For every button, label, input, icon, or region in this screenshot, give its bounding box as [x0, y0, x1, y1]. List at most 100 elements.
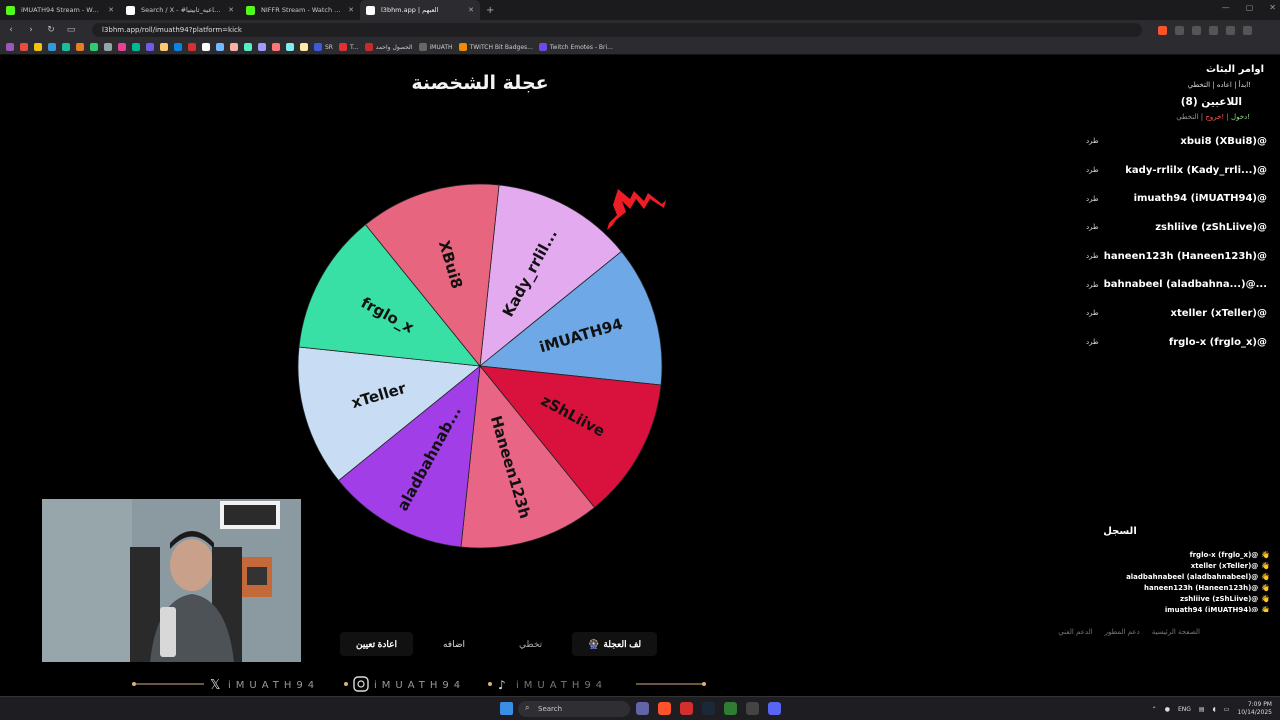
bookmark-icon[interactable] [62, 43, 70, 51]
wave-icon: 👋 [1261, 561, 1270, 570]
menu-icon[interactable] [1243, 25, 1252, 35]
kick-button[interactable]: طرد [1086, 223, 1099, 231]
kick-button[interactable]: طرد [1086, 195, 1099, 203]
close-window-icon[interactable]: ✕ [1269, 3, 1276, 12]
windows-start-icon[interactable] [500, 702, 513, 715]
kick-button[interactable]: طرد [1086, 252, 1099, 260]
kick-button[interactable]: طرد [1086, 137, 1099, 145]
volume-icon[interactable]: ◖ [1213, 706, 1216, 713]
tiktok-icon: ♪ [498, 678, 506, 692]
brave-icon[interactable] [658, 702, 671, 715]
browser-tab[interactable]: Search / X - #العاب_الاجتماعيه_ثابيتيا ✕ [120, 0, 240, 20]
bookmark-label: SR [325, 43, 333, 51]
spin-button-label: لف العجلة [603, 638, 642, 649]
taskbar-apps [636, 702, 781, 715]
bookmark-icon[interactable] [6, 43, 14, 51]
bookmark-icon[interactable] [48, 43, 56, 51]
kick-button[interactable]: طرد [1086, 338, 1099, 346]
extension-icon[interactable] [1175, 25, 1184, 35]
close-tab-icon[interactable]: ✕ [108, 6, 114, 14]
minimize-icon[interactable]: — [1222, 3, 1230, 12]
bookmark-icon[interactable] [230, 43, 238, 51]
bookmark-icon[interactable] [34, 43, 42, 51]
url-input[interactable]: l3bhm.app/roll/imuath94?platform=kick [92, 23, 1142, 37]
app-icon[interactable] [680, 702, 693, 715]
battery-icon[interactable]: ▭ [1224, 706, 1230, 713]
add-button[interactable]: اضافه [427, 632, 481, 656]
maximize-icon[interactable]: ▢ [1246, 3, 1254, 12]
bookmark-icon[interactable] [286, 43, 294, 51]
bookmark-icon[interactable] [118, 43, 126, 51]
close-tab-icon[interactable]: ✕ [468, 6, 474, 14]
player-row: kady-rrlilx (Kady_rrli...)@ طرد [1080, 156, 1275, 185]
bookmark-icon[interactable] [202, 43, 210, 51]
tab-favicon-icon [246, 5, 255, 15]
footer-link[interactable]: الصفحة الرئيسية [1152, 628, 1200, 636]
overlay-handle-2: iMUATH94 [374, 680, 465, 691]
browser-tab[interactable]: iMUATH94 Stream - Watch Live o ✕ [0, 0, 120, 20]
discord-icon[interactable] [768, 702, 781, 715]
bookmark-item[interactable]: SR [314, 43, 333, 51]
player-row: imuath94 (iMUATH94)@ طرد [1080, 184, 1275, 213]
steam-icon[interactable] [702, 702, 715, 715]
bookmark-icon[interactable] [244, 43, 252, 51]
bookmark-icon[interactable] [272, 43, 280, 51]
bookmark-item[interactable]: TWITCH Bit Badges... [458, 43, 533, 51]
system-tray: ⌃ ● ENG ▤ ◖ ▭ 7:09 PM 10/14/2025 [1152, 701, 1272, 717]
skip-button[interactable]: تخطي [503, 632, 558, 656]
tab-title: l3bhm.app | العبهم [381, 6, 439, 14]
back-icon[interactable]: ‹ [6, 25, 16, 35]
bookmark-icon[interactable] [160, 43, 168, 51]
extension-icon[interactable] [1192, 25, 1201, 35]
clock[interactable]: 7:09 PM 10/14/2025 [1237, 701, 1272, 717]
tab-favicon-icon [6, 5, 15, 15]
bookmark-icon[interactable] [104, 43, 112, 51]
kick-button[interactable]: طرد [1086, 281, 1099, 289]
browser-tab[interactable]: l3bhm.app | العبهم ✕ [360, 0, 480, 20]
kick-button[interactable]: طرد [1086, 309, 1099, 317]
skip-command: التخطي [1176, 113, 1199, 121]
bookmark-icon[interactable] [188, 43, 196, 51]
bookmark-icon [538, 43, 547, 51]
bookmark-icon[interactable] [90, 43, 98, 51]
join-command: !دخول [1231, 113, 1250, 121]
bookmark-icon[interactable] [174, 43, 182, 51]
bookmark-icon[interactable] [20, 43, 28, 51]
sidebar-icon[interactable] [1226, 25, 1235, 35]
search-icon: ⌕ [525, 703, 530, 712]
bookmark-item[interactable]: Twitch Emotes - Bri... [538, 43, 613, 51]
language-indicator[interactable]: ENG [1178, 706, 1191, 713]
bookmark-icon[interactable]: ▭ [66, 25, 76, 35]
close-tab-icon[interactable]: ✕ [228, 6, 234, 14]
bookmark-icon[interactable] [258, 43, 266, 51]
bookmark-icon[interactable] [132, 43, 140, 51]
log-list[interactable]: frglo-x (frglo_x)@ 👋 xteller (xTeller)@ 👋 al… [1100, 550, 1270, 612]
bookmark-icon[interactable] [146, 43, 154, 51]
bookmark-item[interactable]: الحصول واحمد [364, 43, 413, 51]
bookmark-icon[interactable] [76, 43, 84, 51]
footer-link[interactable]: دعم المطور [1105, 628, 1140, 636]
reset-button[interactable]: اعادة تعيين [340, 632, 413, 656]
bookmark-icon[interactable] [300, 43, 308, 51]
forward-icon[interactable]: › [26, 25, 36, 35]
teams-icon[interactable] [636, 702, 649, 715]
app-icon[interactable] [724, 702, 737, 715]
bookmark-item[interactable]: T... [338, 43, 359, 51]
close-tab-icon[interactable]: ✕ [348, 6, 354, 14]
bookmark-icon[interactable] [216, 43, 224, 51]
app-icon[interactable] [746, 702, 759, 715]
taskbar-search[interactable]: ⌕ Search [518, 701, 630, 717]
reload-icon[interactable]: ↻ [46, 25, 56, 35]
footer-link[interactable]: الدعم الفني [1058, 628, 1092, 636]
network-icon[interactable]: ▤ [1199, 706, 1205, 713]
mic-icon[interactable]: ● [1165, 706, 1170, 713]
kick-button[interactable]: طرد [1086, 166, 1099, 174]
extension-icon[interactable] [1209, 25, 1218, 35]
browser-tab[interactable]: NIFFR Stream - Watch Live on Kick ✕ [240, 0, 360, 20]
wheel-icon: 🎡 [588, 638, 600, 649]
new-tab-button[interactable]: + [480, 5, 500, 16]
brave-shield-icon[interactable] [1158, 25, 1167, 35]
spin-button[interactable]: 🎡 لف العجلة [572, 632, 658, 656]
bookmark-item[interactable]: iMUATH [418, 43, 453, 51]
chevron-up-icon[interactable]: ⌃ [1152, 706, 1157, 713]
